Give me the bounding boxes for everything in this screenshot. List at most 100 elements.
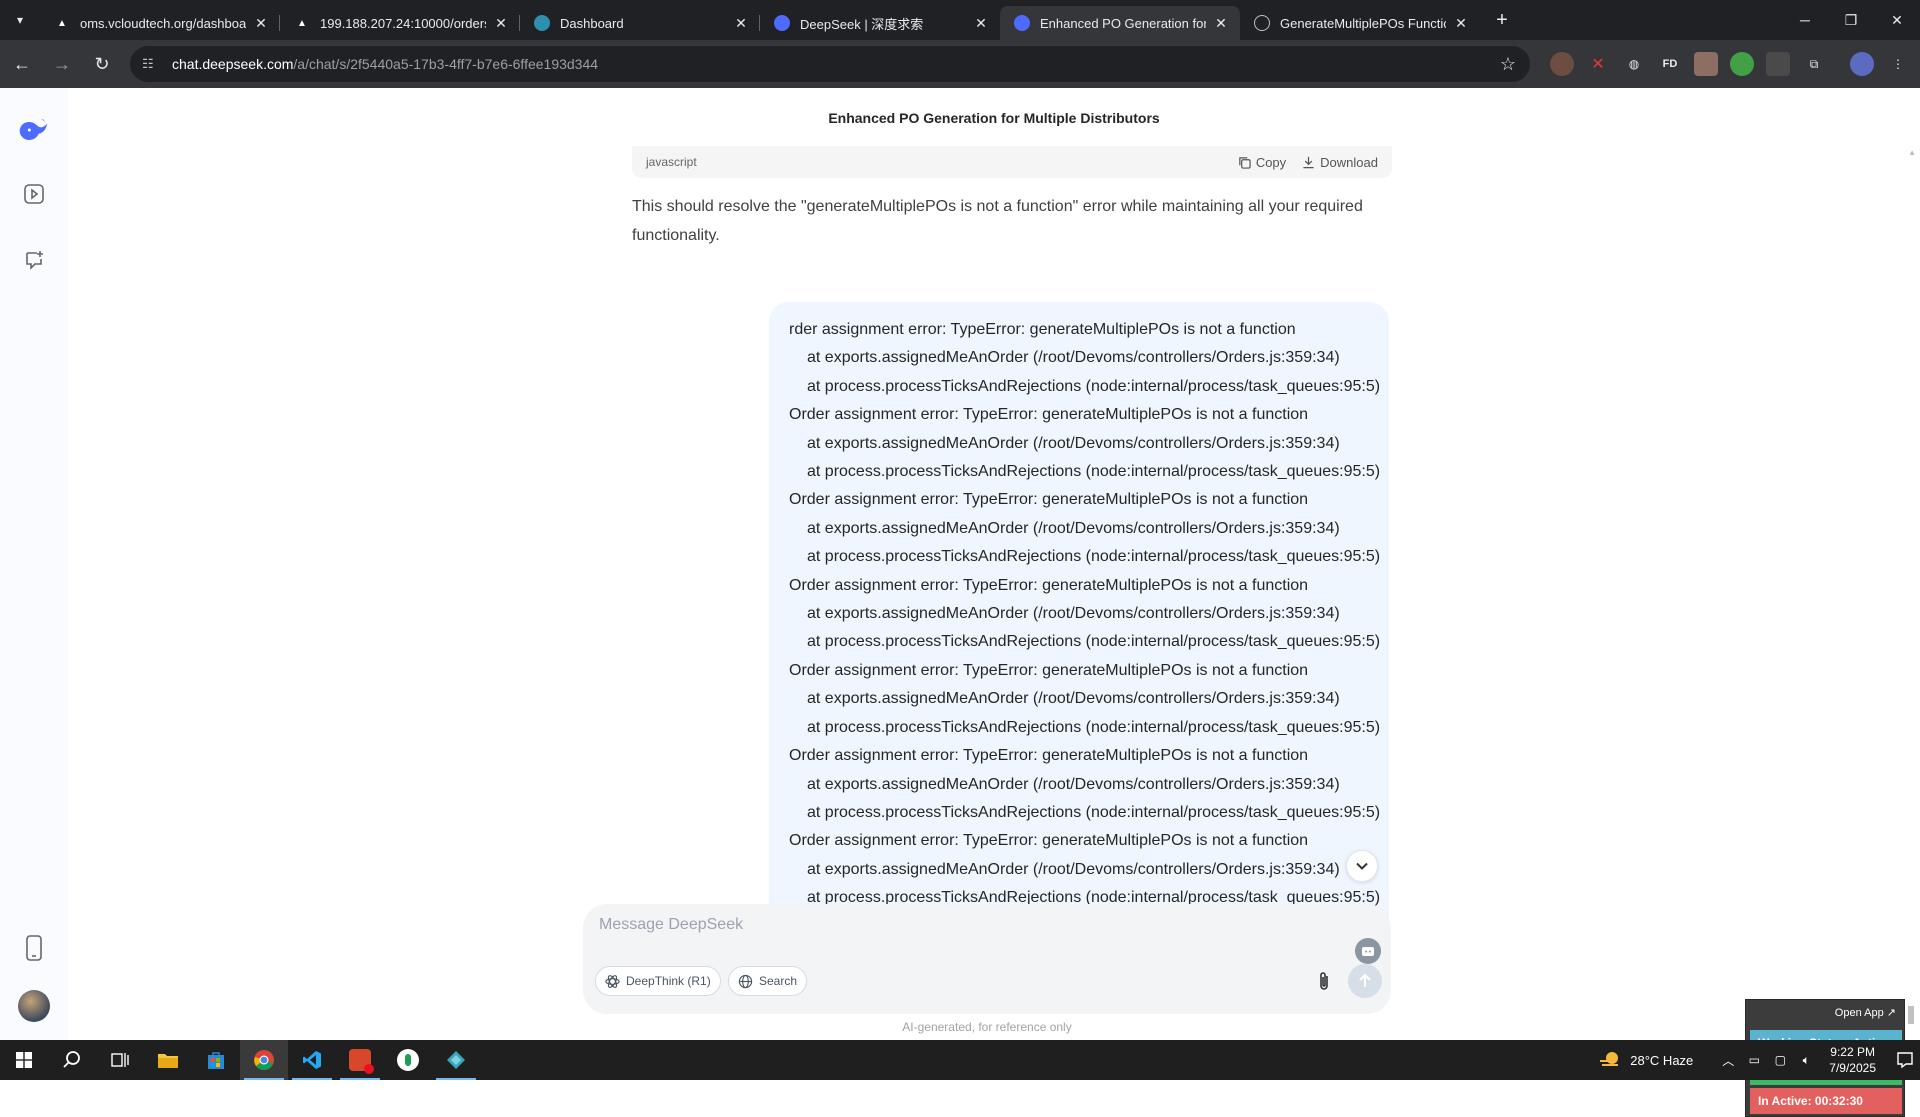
chevron-down-icon: [1356, 862, 1368, 870]
tab-dashboard[interactable]: Dashboard ✕: [520, 6, 760, 40]
user-message-line: at process.processTicksAndRejections (no…: [807, 548, 1381, 566]
triangle-favicon-icon: ▲: [297, 17, 307, 29]
atom-icon: [605, 974, 620, 988]
reload-button[interactable]: ↻: [84, 46, 120, 82]
battery-icon[interactable]: ▭: [1742, 1053, 1766, 1067]
close-tab-icon[interactable]: ✕: [972, 15, 990, 32]
forward-button[interactable]: →: [44, 46, 80, 82]
deepseek-app: Enhanced PO Generation for Multiple Dist…: [0, 88, 1920, 1117]
close-tab-icon[interactable]: ✕: [252, 15, 270, 32]
attach-file-button[interactable]: [1310, 966, 1338, 996]
toggle-sidebar-icon[interactable]: [18, 178, 50, 210]
open-app-button[interactable]: Open App ↗: [1831, 1004, 1900, 1021]
microsoft-store-icon[interactable]: [192, 1040, 240, 1080]
notification-center-icon[interactable]: [1890, 1040, 1920, 1080]
new-chat-icon[interactable]: [18, 244, 50, 276]
extensions-puzzle-icon[interactable]: ⧉: [1802, 52, 1826, 76]
dev-tool-taskbar-icon[interactable]: [432, 1040, 480, 1080]
dashboard-favicon-icon: [534, 15, 550, 31]
user-message-line: Order assignment error: TypeError: gener…: [789, 406, 1309, 424]
download-code-button[interactable]: Download: [1302, 155, 1378, 170]
weather-text: 28°C Haze: [1630, 1052, 1694, 1068]
extension-x-icon[interactable]: ✕: [1586, 52, 1610, 76]
tab-oms-dashboard[interactable]: ▲ oms.vcloudtech.org/dashboard ✕: [40, 6, 280, 40]
search-toggle[interactable]: Search: [728, 966, 808, 996]
close-tab-icon[interactable]: ✕: [1212, 15, 1230, 32]
download-icon: [1303, 156, 1314, 168]
globe-extension-icon[interactable]: ◍: [1622, 52, 1646, 76]
message-input[interactable]: Message DeepSeek: [599, 916, 743, 934]
user-message-line: at process.processTicksAndRejections (no…: [807, 377, 1381, 395]
user-message-line: Order assignment error: TypeError: gener…: [789, 491, 1309, 509]
globe-icon: [738, 974, 753, 988]
user-message-line: at exports.assignedMeAnOrder (/root/Devo…: [807, 519, 1340, 537]
new-tab-button[interactable]: +: [1486, 4, 1518, 36]
code-block-footer: javascript Copy Download: [632, 146, 1392, 178]
chatgpt-favicon-icon: [1254, 15, 1270, 31]
bookmark-star-icon[interactable]: ☆: [1500, 54, 1516, 75]
windows-logo-icon: [16, 1052, 32, 1068]
extension-icon[interactable]: [1766, 52, 1790, 76]
restore-icon[interactable]: ❐: [1828, 0, 1874, 40]
file-explorer-icon[interactable]: [144, 1040, 192, 1080]
close-tab-icon[interactable]: ✕: [732, 15, 750, 32]
fd-extension-icon[interactable]: FD: [1658, 52, 1682, 76]
tab-deepseek-home[interactable]: DeepSeek | 深度求索 ✕: [760, 6, 1000, 40]
profile-avatar-icon[interactable]: [1850, 52, 1874, 76]
show-hidden-icons-chevron-icon[interactable]: ︿: [1716, 1052, 1740, 1069]
clock[interactable]: 9:22 PM 7/9/2025: [1829, 1044, 1876, 1076]
extension-icon[interactable]: [1730, 52, 1754, 76]
app-taskbar-icon[interactable]: [384, 1040, 432, 1080]
scroll-to-bottom-button[interactable]: [1346, 850, 1378, 882]
vscode-taskbar-icon[interactable]: [288, 1040, 336, 1080]
window-controls: ─ ❐ ✕: [1782, 0, 1920, 40]
user-message-lines: rder assignment error: TypeError: genera…: [789, 316, 1381, 913]
close-tab-icon[interactable]: ✕: [1452, 15, 1470, 32]
user-avatar[interactable]: [18, 990, 50, 1022]
user-message-line: at process.processTicksAndRejections (no…: [807, 718, 1381, 736]
browser-tab-bar: ▾ ▲ oms.vcloudtech.org/dashboard ✕ ▲ 199…: [0, 0, 1920, 40]
browser-menu-icon[interactable]: ⋮: [1886, 52, 1910, 76]
download-label: Download: [1320, 154, 1378, 170]
tab-orders[interactable]: ▲ 199.188.207.24:10000/orders/6 ✕: [280, 6, 520, 40]
address-bar[interactable]: ☷ chat.deepseek.com/a/chat/s/2f5440a5-17…: [130, 46, 1530, 82]
tab-title: oms.vcloudtech.org/dashboard: [80, 15, 246, 31]
copy-icon: [1239, 156, 1251, 169]
extension-icon[interactable]: [1550, 52, 1574, 76]
chrome-taskbar-icon[interactable]: [240, 1040, 288, 1080]
copy-code-button[interactable]: Copy: [1238, 155, 1286, 170]
windows-taskbar: 28°C Haze ︿ ▭ ▢ 🔈︎ 9:22 PM 7/9/2025: [0, 1040, 1920, 1080]
task-view-icon[interactable]: [96, 1040, 144, 1080]
scrollbar-up-arrow[interactable]: ▲: [1908, 148, 1916, 157]
close-window-icon[interactable]: ✕: [1874, 0, 1920, 40]
weather-widget[interactable]: 28°C Haze: [1598, 1050, 1693, 1070]
tab-title: GenerateMultiplePOs Function: [1280, 15, 1446, 31]
left-sidebar: [0, 88, 68, 1040]
assistant-message: This should resolve the "generateMultipl…: [632, 198, 1363, 244]
site-settings-icon[interactable]: ☷: [142, 56, 160, 72]
mobile-app-icon[interactable]: [18, 932, 50, 964]
taskbar-search-icon[interactable]: [48, 1040, 96, 1080]
user-message-bubble: rder assignment error: TypeError: genera…: [769, 302, 1389, 1002]
tab-title: Dashboard: [560, 15, 624, 31]
tab-generate-pos[interactable]: GenerateMultiplePOs Function ✕: [1240, 6, 1480, 40]
deepthink-toggle[interactable]: DeepThink (R1): [595, 966, 721, 996]
tab-search-button[interactable]: ▾: [0, 0, 40, 40]
send-button[interactable]: [1348, 964, 1382, 998]
tab-enhanced-po[interactable]: Enhanced PO Generation for Mu ✕: [1000, 6, 1240, 40]
back-button[interactable]: ←: [4, 46, 40, 82]
user-message-line: Order assignment error: TypeError: gener…: [789, 747, 1309, 765]
extension-icon[interactable]: [1694, 52, 1718, 76]
arrow-up-icon: [1359, 973, 1371, 987]
user-message-line: Order assignment error: TypeError: gener…: [789, 661, 1309, 679]
start-button[interactable]: [0, 1040, 48, 1080]
bot-icon[interactable]: [1355, 938, 1381, 964]
minimize-icon[interactable]: ─: [1782, 0, 1828, 40]
close-tab-icon[interactable]: ✕: [492, 15, 510, 32]
scrollbar-thumb[interactable]: [1908, 1006, 1914, 1024]
user-message-line: at exports.assignedMeAnOrder (/root/Devo…: [807, 434, 1340, 452]
network-icon[interactable]: ▢: [1768, 1053, 1792, 1067]
volume-muted-icon[interactable]: 🔈︎: [1794, 1053, 1818, 1068]
search-label: Search: [759, 974, 798, 988]
zoom-taskbar-icon[interactable]: [336, 1040, 384, 1080]
